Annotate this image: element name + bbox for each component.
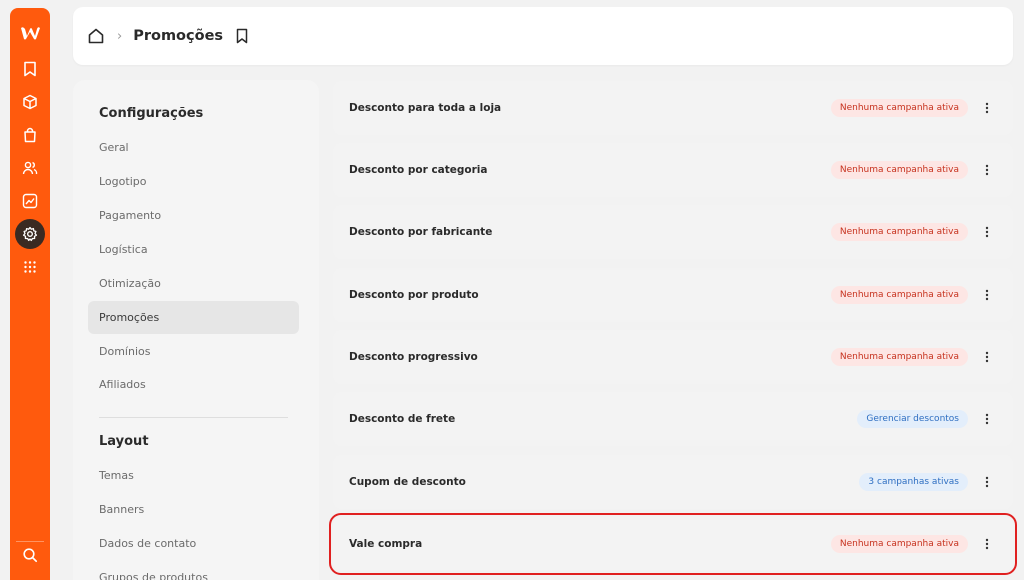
promo-title: Desconto por categoria: [349, 164, 488, 176]
promo-title: Desconto progressivo: [349, 351, 478, 363]
more-options-icon[interactable]: [980, 98, 994, 118]
settings-item-afiliados[interactable]: Afiliados: [88, 368, 299, 401]
promo-title: Cupom de desconto: [349, 476, 466, 488]
promo-row-progressivo[interactable]: Desconto progressivo Nenhuma campanha at…: [333, 330, 1013, 384]
bookmark-icon[interactable]: [15, 54, 45, 84]
promo-row-cupom[interactable]: Cupom de desconto 3 campanhas ativas: [333, 455, 1013, 509]
settings-item-temas[interactable]: Temas: [88, 459, 299, 492]
settings-item-dados-de-contato[interactable]: Dados de contato: [88, 527, 299, 560]
more-options-icon[interactable]: [980, 222, 994, 242]
more-options-icon[interactable]: [980, 472, 994, 492]
status-badge: Nenhuma campanha ativa: [830, 161, 968, 179]
promo-row-frete[interactable]: Desconto de frete Gerenciar descontos: [333, 392, 1013, 446]
promo-title: Desconto por produto: [349, 289, 479, 301]
more-options-icon[interactable]: [980, 160, 994, 180]
settings-item-geral[interactable]: Geral: [88, 131, 299, 164]
more-options-icon[interactable]: [980, 534, 994, 554]
home-icon[interactable]: [87, 27, 105, 45]
promo-title: Vale compra: [349, 538, 423, 550]
apps-grid-icon[interactable]: [15, 252, 45, 282]
promo-title: Desconto de frete: [349, 413, 456, 425]
status-badge: Nenhuma campanha ativa: [830, 348, 968, 366]
status-badge: Nenhuma campanha ativa: [830, 99, 968, 117]
page-title: Promoções: [133, 28, 224, 44]
settings-menu: Configurações Geral Logotipo Pagamento L…: [73, 80, 319, 580]
shopping-bag-icon[interactable]: [15, 120, 45, 150]
help-icon[interactable]: [15, 574, 45, 580]
section-title-layout: Layout: [99, 434, 149, 449]
status-badge: Nenhuma campanha ativa: [830, 286, 968, 304]
settings-item-pagamento[interactable]: Pagamento: [88, 199, 299, 232]
settings-item-otimizacao[interactable]: Otimização: [88, 267, 299, 300]
settings-item-banners[interactable]: Banners: [88, 493, 299, 526]
more-options-icon[interactable]: [980, 285, 994, 305]
promo-row-vale-compra[interactable]: Vale compra Nenhuma campanha ativa: [329, 513, 1017, 575]
promo-row-toda-a-loja[interactable]: Desconto para toda a loja Nenhuma campan…: [333, 81, 1013, 135]
promo-row-fabricante[interactable]: Desconto por fabricante Nenhuma campanha…: [333, 205, 1013, 259]
settings-item-logotipo[interactable]: Logotipo: [88, 165, 299, 198]
promo-title: Desconto por fabricante: [349, 226, 493, 238]
settings-item-promocoes[interactable]: Promoções: [88, 301, 299, 334]
settings-divider: [99, 417, 288, 418]
chart-icon[interactable]: [15, 186, 45, 216]
more-options-icon[interactable]: [980, 409, 994, 429]
promo-title: Desconto para toda a loja: [349, 102, 502, 114]
breadcrumb: › Promoções: [73, 7, 1013, 65]
settings-item-grupos-de-produtos[interactable]: Grupos de produtos: [88, 561, 299, 580]
app-sidebar: [10, 8, 50, 580]
status-badge[interactable]: Gerenciar descontos: [857, 410, 968, 428]
bookmark-icon[interactable]: [235, 28, 249, 44]
promo-row-produto[interactable]: Desconto por produto Nenhuma campanha at…: [333, 268, 1013, 322]
search-icon[interactable]: [15, 540, 45, 570]
box-icon[interactable]: [15, 87, 45, 117]
settings-item-logistica[interactable]: Logística: [88, 233, 299, 266]
users-icon[interactable]: [15, 153, 45, 183]
breadcrumb-separator: ›: [117, 28, 123, 44]
settings-item-dominios[interactable]: Domínios: [88, 335, 299, 368]
section-title-configuracoes: Configurações: [99, 106, 204, 121]
status-badge: Nenhuma campanha ativa: [830, 223, 968, 241]
status-badge: Nenhuma campanha ativa: [830, 535, 968, 553]
promo-row-categoria[interactable]: Desconto por categoria Nenhuma campanha …: [333, 143, 1013, 197]
gear-icon[interactable]: [15, 219, 45, 249]
more-options-icon[interactable]: [980, 347, 994, 367]
status-badge[interactable]: 3 campanhas ativas: [859, 473, 968, 491]
w-logo-icon[interactable]: [16, 22, 44, 44]
